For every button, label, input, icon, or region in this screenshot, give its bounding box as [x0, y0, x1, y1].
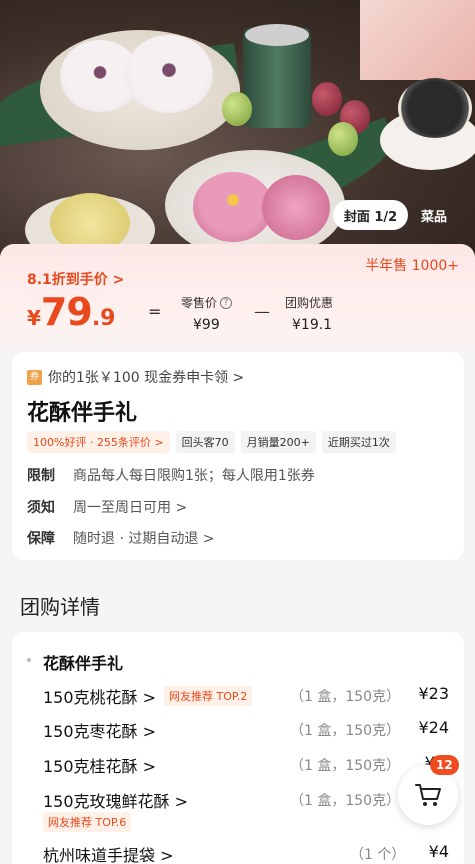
price-decimal: .9 [91, 306, 116, 331]
grape [222, 92, 252, 126]
hero-image[interactable]: 封面 1/2 菜品 [0, 0, 475, 262]
item-name[interactable]: 杭州味道手提袋 > [43, 842, 174, 864]
half-year-sales: 半年售 1000+ [365, 258, 459, 274]
equals-sign: = [148, 302, 162, 321]
item-quantity: （1 盒，150克） [290, 723, 401, 739]
tea-can-lid [245, 24, 309, 46]
gift-box [360, 0, 475, 80]
pink-pastry [262, 175, 330, 240]
sesame-cake [398, 78, 472, 138]
bullet-dot [27, 658, 31, 662]
product-title: 花酥伴手礼 [27, 401, 138, 426]
recommend-badge: 网友推荐 TOP.2 [164, 686, 253, 706]
package-name: 花酥伴手礼 [43, 654, 124, 673]
package-item[interactable]: 150克枣花酥 > [43, 718, 156, 742]
package-item[interactable]: 杭州味道手提袋 > [43, 842, 174, 864]
coupon-icon: 券 [27, 369, 42, 385]
retail-price-label[interactable]: 零售价 ? [181, 294, 233, 311]
monthly-sales-tag: 月销量200+ [240, 431, 316, 453]
flower-pastry [125, 35, 213, 113]
discount-price-link[interactable]: 8.1折到手价 > [27, 269, 124, 289]
package-item[interactable]: 150克玫瑰鲜花酥 > [43, 788, 188, 812]
retail-price-value: ¥99 [193, 317, 220, 333]
section-title-group-detail: 团购详情 [20, 595, 100, 619]
coupon-text: 你的1张￥100 现金券申卡领 > [48, 370, 245, 386]
recommend-badge: 网友推荐 TOP.6 [43, 812, 132, 832]
item-name[interactable]: 150克桂花酥 > [43, 753, 156, 777]
item-price: ¥23 [418, 684, 449, 703]
guarantee-value[interactable]: 随时退 · 过期自动退 > [73, 528, 215, 548]
item-quantity: （1 盒，150克） [290, 793, 401, 809]
notice-value[interactable]: 周一至周日可用 > [73, 497, 187, 517]
recent-purchase-tag: 近期买过1次 [321, 431, 396, 453]
grape [328, 122, 358, 156]
group-discount-value: ¥19.1 [292, 317, 333, 333]
item-price: ¥24 [418, 718, 449, 737]
limit-label: 限制 [27, 468, 55, 484]
guarantee-label: 保障 [27, 531, 55, 547]
retail-label-text: 零售价 [181, 296, 218, 310]
dish-tab[interactable]: 菜品 [414, 200, 454, 230]
product-tags: 100%好评 · 255条评价 > 回头客70 月销量200+ 近期买过1次 [27, 431, 396, 453]
help-icon[interactable]: ? [220, 296, 233, 309]
currency-symbol: ¥ [27, 306, 41, 330]
item-name[interactable]: 150克玫瑰鲜花酥 > [43, 788, 188, 812]
group-discount-label: 团购优惠 [285, 296, 334, 310]
final-price: ¥ 79 .9 [27, 290, 115, 334]
limit-value: 商品每人每日限购1张；每人限用1张券 [73, 468, 315, 484]
price-integer: 79 [40, 290, 93, 334]
repeat-customer-tag: 回头客70 [175, 431, 235, 453]
notice-row[interactable]: 须知 周一至周日可用 > [27, 497, 187, 517]
cart-icon [415, 784, 441, 806]
coupon-banner[interactable]: 券 你的1张￥100 现金券申卡领 > [27, 367, 244, 387]
notice-label: 须知 [27, 500, 55, 516]
item-price: ¥4 [428, 842, 449, 861]
item-quantity: （1 盒，150克） [290, 689, 401, 705]
item-quantity: （1 个） [350, 847, 406, 863]
guarantee-row[interactable]: 保障 随时退 · 过期自动退 > [27, 528, 215, 548]
rating-tag[interactable]: 100%好评 · 255条评价 > [27, 431, 170, 453]
minus-sign: — [254, 302, 270, 321]
grape [312, 82, 342, 116]
cover-counter-badge[interactable]: 封面 1/2 [333, 200, 408, 230]
package-item[interactable]: 150克桃花酥 > 网友推荐 TOP.2 [43, 684, 253, 708]
package-item[interactable]: 150克桂花酥 > [43, 753, 156, 777]
item-name[interactable]: 150克枣花酥 > [43, 718, 156, 742]
pink-pastry [193, 172, 273, 242]
cart-count-badge: 12 [430, 755, 459, 775]
item-quantity: （1 盒，150克） [290, 758, 401, 774]
limit-row: 限制 商品每人每日限购1张；每人限用1张券 [27, 465, 315, 485]
item-name[interactable]: 150克桃花酥 > [43, 684, 156, 708]
